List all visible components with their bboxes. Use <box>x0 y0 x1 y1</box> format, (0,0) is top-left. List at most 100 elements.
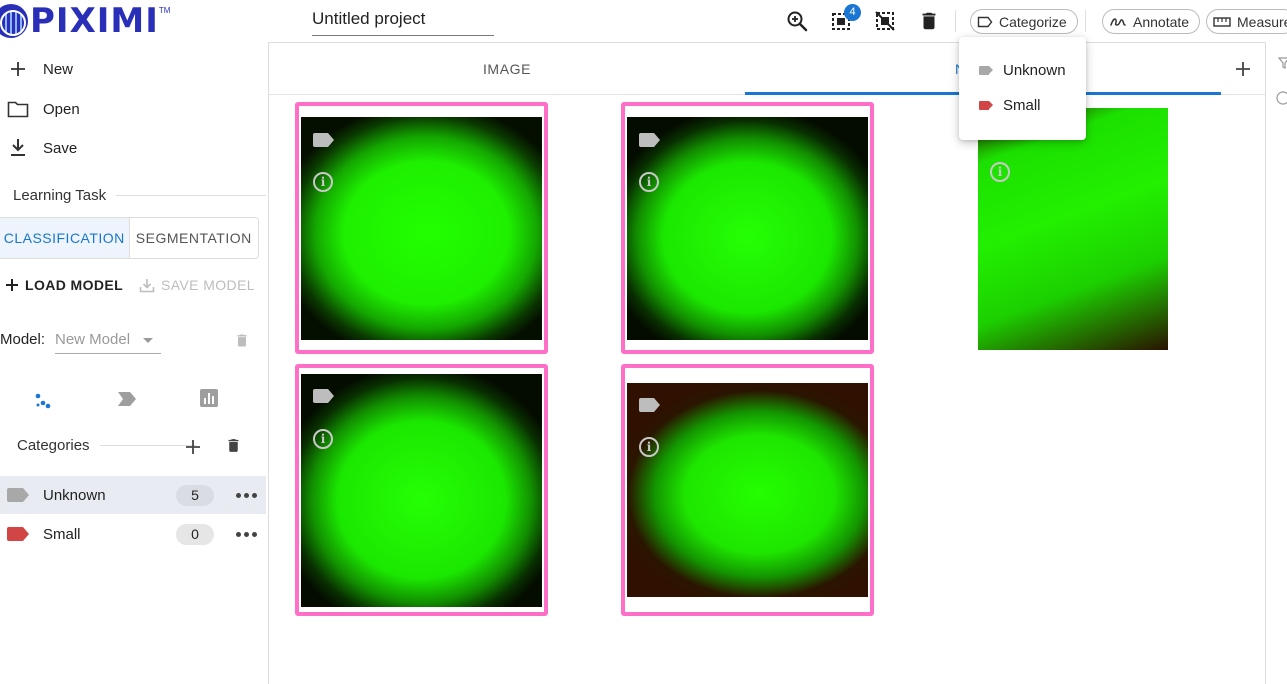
model-select[interactable]: New Model <box>55 326 161 354</box>
info-icon[interactable] <box>1276 91 1287 105</box>
learning-task-toggle: CLASSIFICATION SEGMENTATION <box>0 217 259 259</box>
cell-image <box>301 117 542 340</box>
add-category-icon[interactable] <box>184 438 202 456</box>
save-project-button[interactable]: Save <box>0 130 77 166</box>
menu-item-label: Small <box>1003 96 1041 114</box>
menu-item-small[interactable]: Small <box>959 88 1086 122</box>
info-icon[interactable]: i <box>990 162 1010 182</box>
measure-label: Measure <box>1237 13 1287 30</box>
category-count: 5 <box>176 485 214 506</box>
zoom-button[interactable] <box>782 6 812 36</box>
category-item-small[interactable]: Small 0 <box>0 515 266 553</box>
model-label: Model: <box>0 331 46 348</box>
delete-images-button[interactable] <box>914 6 944 36</box>
open-label: Open <box>43 100 80 118</box>
delete-model-icon[interactable] <box>234 332 250 349</box>
category-name: Unknown <box>43 486 106 504</box>
save-model-button[interactable]: SAVE MODEL <box>139 274 255 296</box>
label-outline-icon <box>977 16 993 27</box>
divider <box>99 445 196 446</box>
caret-down-icon <box>143 338 153 343</box>
cell-image <box>301 374 542 607</box>
model-row: Model: New Model <box>0 326 266 354</box>
info-icon[interactable]: i <box>313 429 333 449</box>
categories-title: Categories <box>17 437 90 454</box>
info-icon[interactable]: i <box>313 172 333 192</box>
tab-bar: IMAGE N <box>269 43 1265 95</box>
add-tab-icon[interactable] <box>1234 60 1252 78</box>
annotate-button[interactable]: Annotate <box>1102 9 1201 34</box>
classification-option[interactable]: CLASSIFICATION <box>0 218 130 258</box>
selection-count-badge: 4 <box>844 4 861 21</box>
more-options-icon[interactable] <box>236 493 257 498</box>
trademark: TM <box>158 6 171 15</box>
brand-name: PIXIMI <box>30 1 159 41</box>
categorize-button[interactable]: Categorize <box>970 9 1078 34</box>
category-tag-icon <box>639 133 661 147</box>
open-project-button[interactable]: Open <box>0 91 80 127</box>
load-model-button[interactable]: LOAD MODEL <box>5 274 123 296</box>
learning-task-title: Learning Task <box>13 187 107 204</box>
scatter-dots-icon[interactable] <box>33 390 53 410</box>
label-arrow-icon[interactable] <box>117 391 137 407</box>
draw-icon <box>1110 17 1126 26</box>
download-icon <box>0 138 36 158</box>
annotate-label: Annotate <box>1133 13 1190 30</box>
view-mode-icons <box>0 387 266 411</box>
category-tag-icon <box>639 398 661 412</box>
cell-image <box>627 117 868 340</box>
info-icon[interactable]: i <box>639 172 659 192</box>
categorize-label: Categorize <box>999 13 1067 30</box>
new-label: New <box>43 60 74 78</box>
logo-globe-icon <box>0 4 28 38</box>
deselect-icon <box>875 11 895 31</box>
category-tag-icon <box>7 488 29 502</box>
learning-task-heading: Learning Task <box>13 187 266 204</box>
category-tag-icon <box>7 527 29 541</box>
delete-categories-icon[interactable] <box>225 436 242 455</box>
plus-icon <box>0 59 36 79</box>
category-count: 0 <box>176 524 214 545</box>
filter-icon[interactable] <box>1278 57 1287 69</box>
trash-icon <box>922 12 936 30</box>
cell-image <box>627 383 868 597</box>
category-tag-icon <box>979 100 993 110</box>
category-tag-icon <box>313 389 335 403</box>
save-label: Save <box>43 139 78 157</box>
categorize-menu: Unknown Small <box>959 37 1086 140</box>
select-all-button[interactable]: 4 <box>827 4 861 36</box>
zoom-in-icon <box>787 11 808 32</box>
category-item-unknown[interactable]: Unknown 5 <box>0 476 266 514</box>
menu-item-label: Unknown <box>1003 61 1066 79</box>
plus-icon <box>6 279 18 291</box>
load-model-label: LOAD MODEL <box>25 277 124 293</box>
segmentation-option[interactable]: SEGMENTATION <box>130 218 259 258</box>
bar-chart-icon[interactable] <box>199 388 219 408</box>
image-card[interactable]: i <box>295 364 548 616</box>
image-card[interactable]: i <box>621 102 874 354</box>
category-tag-icon <box>313 133 335 147</box>
deselect-button[interactable] <box>870 6 900 36</box>
measure-button[interactable]: Measure <box>1206 9 1287 34</box>
divider <box>116 195 266 196</box>
menu-item-unknown[interactable]: Unknown <box>959 53 1086 87</box>
image-card[interactable]: i <box>295 102 548 354</box>
toolbar-divider <box>955 10 956 32</box>
ruler-icon <box>1213 16 1231 27</box>
right-side-tools <box>1270 55 1287 115</box>
project-title-input[interactable]: Untitled project <box>312 6 494 36</box>
tab-image[interactable]: IMAGE <box>269 43 745 95</box>
category-tag-icon <box>979 65 993 75</box>
folder-icon <box>0 100 36 118</box>
toolbar-divider <box>1085 10 1086 32</box>
save-model-label: SAVE MODEL <box>161 277 255 293</box>
model-selected-value: New Model <box>55 331 131 348</box>
app-logo: PIXIMI TM <box>0 1 171 41</box>
save-alt-icon <box>139 278 155 292</box>
cell-image <box>978 108 1168 350</box>
category-name: Small <box>43 525 81 543</box>
more-options-icon[interactable] <box>236 532 257 537</box>
info-icon[interactable]: i <box>639 437 659 457</box>
image-card[interactable]: i <box>621 364 874 616</box>
new-project-button[interactable]: New <box>0 51 73 87</box>
